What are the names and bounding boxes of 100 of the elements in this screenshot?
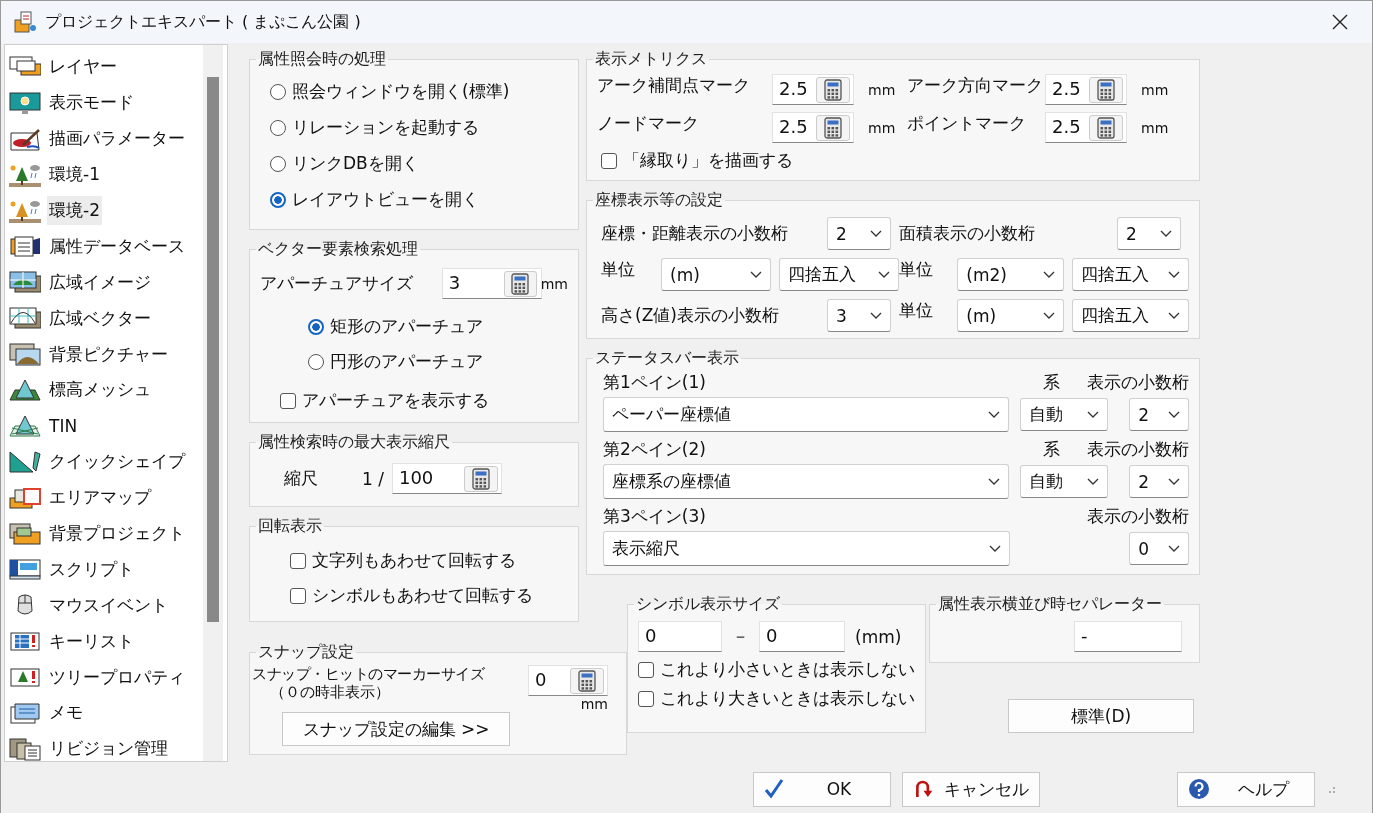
chevron-down-icon <box>870 229 882 238</box>
scrollbar[interactable] <box>203 45 223 761</box>
pane-label: 第2ペイン(2) <box>603 439 706 459</box>
chevron-down-icon <box>1168 270 1180 279</box>
checkbox[interactable] <box>280 392 296 409</box>
calculator-button[interactable] <box>570 667 604 694</box>
dropdown[interactable]: (m) <box>957 299 1065 332</box>
sidebar-item[interactable]: 広域イメージ <box>47 267 153 297</box>
field-label: アパーチュアサイズ <box>260 272 413 295</box>
checkbox-label: シンボルもあわせて回転する <box>312 584 533 607</box>
dropdown[interactable]: 2 <box>827 217 891 250</box>
sidebar-item[interactable]: 背景プロジェクト <box>47 519 187 548</box>
dropdown[interactable]: 四捨五入 <box>779 258 899 291</box>
radio-button[interactable] <box>270 83 286 100</box>
monitor-icon <box>9 90 41 115</box>
folder-icon <box>9 521 41 546</box>
sidebar-item[interactable]: 標高メッシュ <box>47 375 153 405</box>
radio-button[interactable] <box>270 191 286 208</box>
calculator-button[interactable] <box>1089 76 1123 103</box>
dropdown[interactable]: 表示縮尺 <box>603 531 1010 566</box>
sidebar-item[interactable]: クイックシェイプ <box>47 447 187 477</box>
calculator-button[interactable] <box>504 270 537 297</box>
sidebar-item[interactable]: キーリスト <box>47 626 136 656</box>
radio-label: リンクDBを開く <box>292 152 419 175</box>
radio-label: 矩形のアパーチュア <box>330 315 483 338</box>
help-button[interactable]: ヘルプ <box>1177 771 1315 807</box>
radio-button[interactable] <box>270 155 286 172</box>
field-label: 座標・距離表示の小数桁 <box>601 222 788 245</box>
calculator-button[interactable] <box>1089 114 1123 141</box>
ok-button[interactable]: OK <box>753 771 891 807</box>
chevron-down-icon <box>1168 477 1180 486</box>
sidebar-item[interactable]: 広域ベクター <box>47 303 153 333</box>
field-note: （０の時非表示） <box>270 683 390 701</box>
sidebar-item[interactable]: 環境-1 <box>47 160 102 190</box>
default-button[interactable]: 標準(D) <box>1008 699 1194 733</box>
field-label: 面積表示の小数桁 <box>899 222 1035 245</box>
scrollbar-thumb[interactable] <box>207 77 219 622</box>
dropdown[interactable]: (m) <box>661 258 771 291</box>
sidebar-item[interactable]: 表示モード <box>47 88 136 118</box>
resize-grip-icon <box>1326 784 1336 794</box>
checkbox-label: 文字列もあわせて回転する <box>312 549 516 572</box>
dropdown[interactable]: 2 <box>1117 217 1181 250</box>
dropdown[interactable]: ペーパー座標値 <box>603 397 1010 432</box>
radio-button[interactable] <box>270 119 286 136</box>
edit-snap-button[interactable]: スナップ設定の編集 >> <box>282 712 510 746</box>
radio-label: リレーションを起動する <box>292 116 479 139</box>
dropdown[interactable]: 座標系の座標値 <box>603 464 1010 499</box>
cancel-button[interactable]: キャンセル <box>902 771 1040 807</box>
chevron-down-icon <box>870 311 882 320</box>
sidebar-item[interactable]: 背景ピクチャー <box>47 339 170 369</box>
sidebar-item[interactable]: リビジョン管理 <box>47 734 170 761</box>
sidebar-item[interactable]: 描画パラメーター <box>47 124 187 154</box>
radio-label: 円形のアパーチュア <box>330 350 483 373</box>
chevron-down-icon <box>750 270 762 279</box>
checkbox[interactable] <box>638 661 654 678</box>
sidebar-item[interactable]: スクリプト <box>47 554 136 584</box>
sidebar-item[interactable]: 属性データベース <box>47 231 187 261</box>
radio-button[interactable] <box>308 318 324 335</box>
checkbox-label: アパーチュアを表示する <box>302 389 489 412</box>
sidebar-item[interactable]: レイヤー <box>47 52 119 82</box>
sidebar-item[interactable]: マウスイベント <box>47 590 170 620</box>
checkbox-label: 「縁取り」を描画する <box>623 149 793 172</box>
radio-button[interactable] <box>308 353 324 370</box>
input-field[interactable]: 0 <box>638 621 722 652</box>
radio-label: 照会ウィンドウを開く(標準) <box>292 80 510 103</box>
range-separator: － <box>732 625 749 648</box>
sidebar-item[interactable]: ツリープロパティ <box>47 662 187 692</box>
checkbox[interactable] <box>290 552 306 569</box>
checkbox[interactable] <box>638 690 654 707</box>
dropdown[interactable]: 0 <box>1129 532 1189 565</box>
field-label: 単位 <box>899 300 933 320</box>
sidebar-item[interactable]: エリアマップ <box>47 483 153 513</box>
checkbox[interactable] <box>290 587 306 604</box>
calculator-icon <box>1097 78 1115 101</box>
calculator-icon <box>824 116 842 139</box>
dropdown[interactable]: 四捨五入 <box>1072 299 1189 332</box>
field-label: 表示の小数桁 <box>1087 505 1189 528</box>
dropdown[interactable]: 3 <box>827 299 891 332</box>
calculator-icon <box>578 669 596 692</box>
map-icon <box>9 485 41 510</box>
sidebar-item[interactable]: メモ <box>47 698 85 728</box>
input-field[interactable]: - <box>1074 621 1182 652</box>
dropdown[interactable]: (m2) <box>957 258 1065 291</box>
dropdown[interactable]: 四捨五入 <box>1072 258 1189 291</box>
dropdown[interactable]: 自動 <box>1020 465 1109 498</box>
calculator-button[interactable] <box>816 76 850 103</box>
checkbox[interactable] <box>601 152 617 169</box>
calculator-button[interactable] <box>816 114 850 141</box>
sidebar-item[interactable]: 環境-2 <box>47 196 102 225</box>
field-label: 表示の小数桁 <box>1087 438 1189 461</box>
group-title: 座標表示等の設定 <box>594 190 724 211</box>
tree-icon <box>9 162 41 187</box>
sidebar-item[interactable]: TIN <box>47 412 80 439</box>
dropdown[interactable]: 自動 <box>1020 398 1109 431</box>
unit-label: mm <box>868 119 896 136</box>
u-turn-arrow-icon <box>913 778 934 800</box>
dropdown[interactable]: 2 <box>1129 465 1189 498</box>
input-field[interactable]: 0 <box>759 621 845 652</box>
dropdown[interactable]: 2 <box>1129 398 1189 431</box>
chevron-down-icon <box>1168 410 1180 419</box>
